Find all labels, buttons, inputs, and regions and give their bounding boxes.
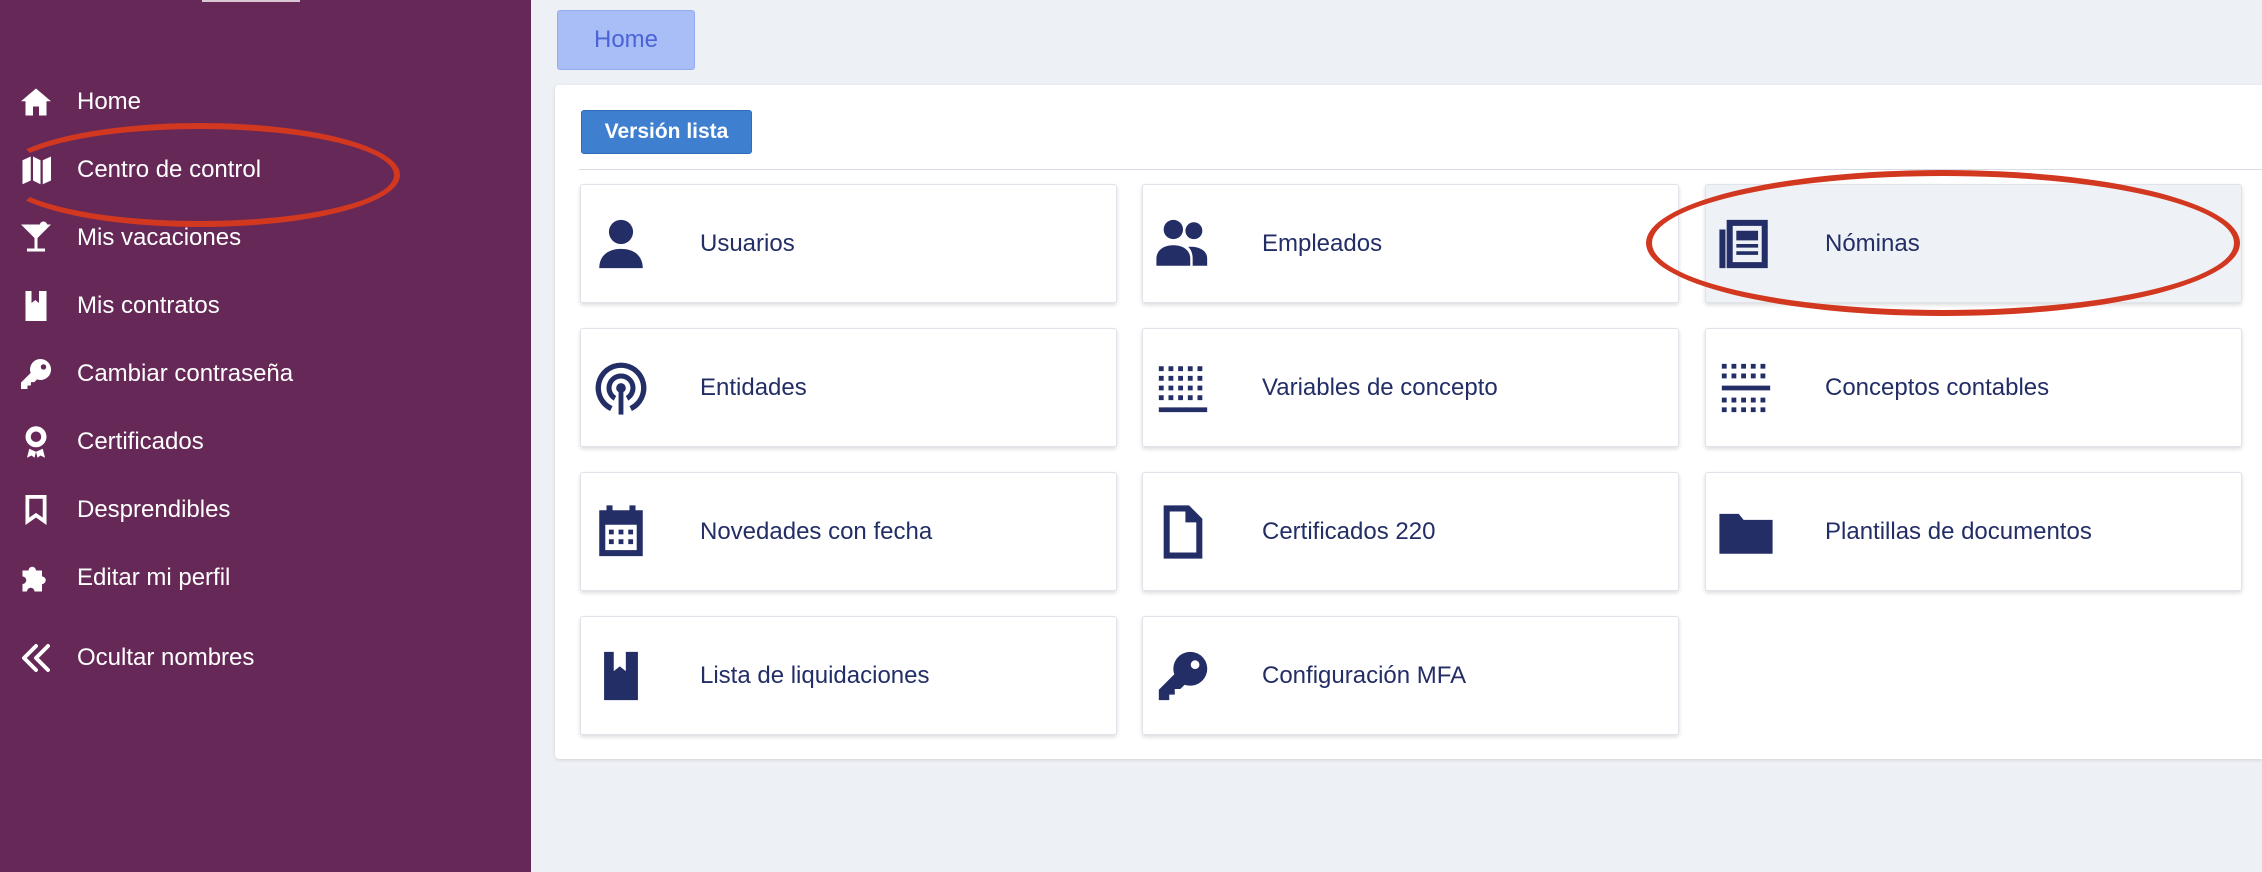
book-icon [16,286,56,326]
tile-label: Usuarios [700,229,795,257]
tile-label: Conceptos contables [1825,373,2050,401]
puzzle-icon [16,558,56,598]
sidebar-item-label: Cambiar contraseña [77,360,294,387]
tile-lista-de-liquidaciones[interactable]: Lista de liquidaciones [580,616,1117,735]
tile-label: Configuración MFA [1262,661,1467,689]
user-icon [589,212,653,276]
sidebar-item-desprendibles[interactable]: Desprendibles [0,481,531,539]
sidebar-item-ocultar-nombres[interactable]: Ocultar nombres [0,629,531,687]
book-icon [589,644,653,708]
sidebar-item-label: Desprendibles [77,496,231,523]
tile-entidades[interactable]: Entidades [580,328,1117,447]
tile-plantillas-de-documentos[interactable]: Plantillas de documentos [1705,472,2242,591]
sidebar-item-certificados[interactable]: Certificados [0,413,531,471]
tile-variables-de-concepto[interactable]: Variables de concepto [1142,328,1679,447]
dotted-grid-icon [1151,356,1215,420]
sidebar-item-label: Centro de control [77,156,262,183]
tile-certificados-220[interactable]: Certificados 220 [1142,472,1679,591]
calendar-icon [589,500,653,564]
key-icon [16,354,56,394]
key-icon [1151,644,1215,708]
tile-label: Novedades con fecha [700,517,933,545]
sidebar-item-label: Editar mi perfil [77,564,231,591]
sidebar: Home Centro de control Mis vacaciones Mi… [0,0,531,872]
tile-conceptos-contables[interactable]: Conceptos contables [1705,328,2242,447]
tile-label: Certificados 220 [1262,517,1436,545]
tile-configuracion-mfa[interactable]: Configuración MFA [1142,616,1679,735]
tile-label: Nóminas [1825,229,1920,257]
map-icon [16,150,56,190]
sidebar-item-label: Ocultar nombres [77,644,255,671]
broadcast-icon [589,356,653,420]
sidebar-item-centro-de-control[interactable]: Centro de control [0,141,531,199]
double-chevron-left-icon [16,638,56,678]
award-icon [16,422,56,462]
sidebar-item-editar-mi-perfil[interactable]: Editar mi perfil [0,549,531,607]
sidebar-item-mis-vacaciones[interactable]: Mis vacaciones [0,209,531,267]
bookmark-icon [16,490,56,530]
tile-empleados[interactable]: Empleados [1142,184,1679,303]
sidebar-item-cambiar-contrasena[interactable]: Cambiar contraseña [0,345,531,403]
sidebar-item-label: Certificados [77,428,204,455]
tile-label: Lista de liquidaciones [700,661,930,689]
home-icon [16,82,56,122]
sidebar-item-label: Mis vacaciones [77,224,242,251]
tile-novedades-con-fecha[interactable]: Novedades con fecha [580,472,1117,591]
users-icon [1151,212,1215,276]
tile-label: Variables de concepto [1262,373,1498,401]
folder-icon [1714,500,1778,564]
tile-nominas[interactable]: Nóminas [1705,184,2242,303]
sidebar-item-label: Home [77,88,142,115]
tile-label: Entidades [700,373,807,401]
sidebar-item-home[interactable]: Home [0,73,531,131]
tile-label: Empleados [1262,229,1383,257]
tile-usuarios[interactable]: Usuarios [580,184,1117,303]
tile-label: Plantillas de documentos [1825,517,2092,545]
panel-divider [579,169,2262,170]
sidebar-top-mark [202,0,300,2]
sidebar-item-label: Mis contratos [77,292,220,319]
breadcrumb-home[interactable]: Home [557,10,695,70]
sidebar-item-mis-contratos[interactable]: Mis contratos [0,277,531,335]
version-list-button[interactable]: Versión lista [581,110,752,154]
newspaper-icon [1714,212,1778,276]
cocktail-icon [16,218,56,258]
file-icon [1151,500,1215,564]
dotted-lines-icon [1714,356,1778,420]
